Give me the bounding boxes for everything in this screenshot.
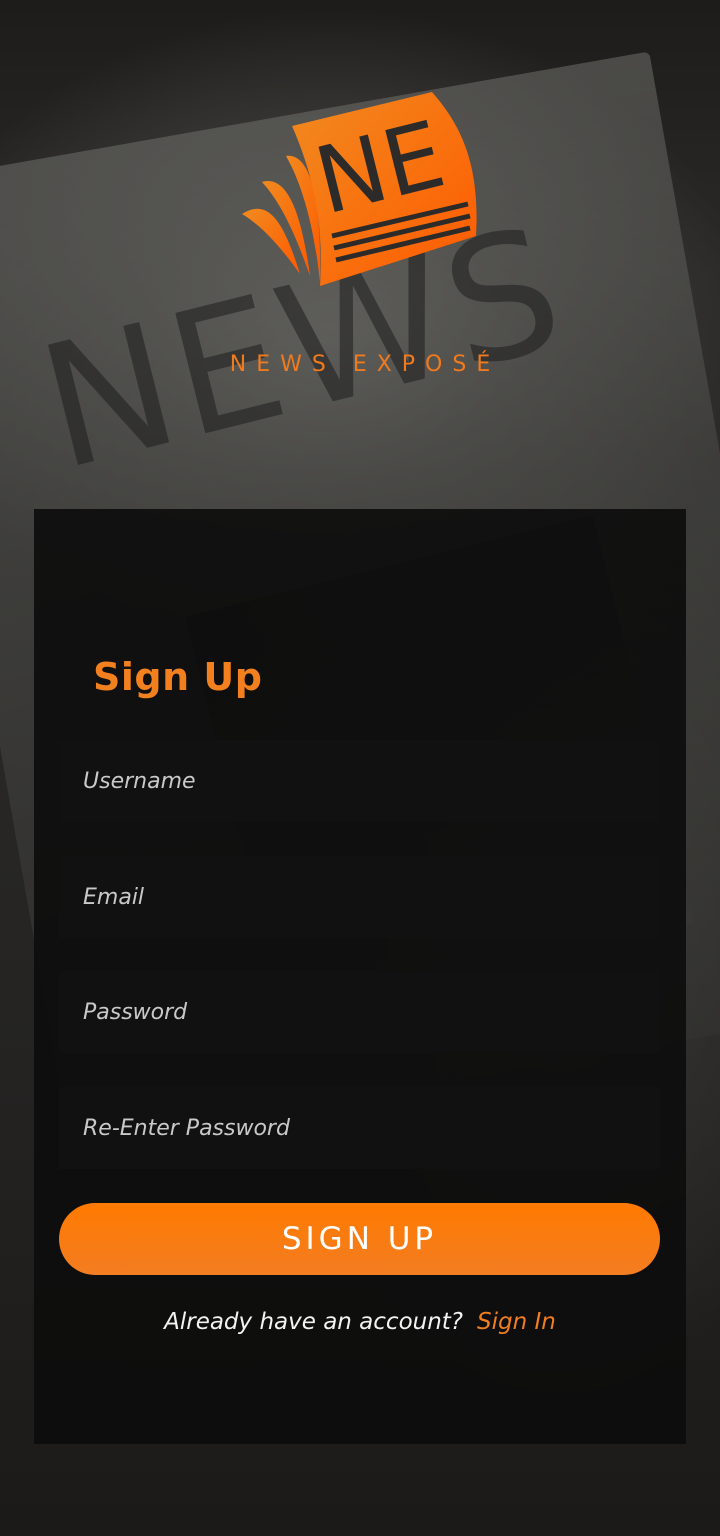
signup-card: Sign Up SIGN UP Already have an account?…	[34, 509, 686, 1444]
signin-prompt-row: Already have an account? Sign In	[34, 1309, 686, 1335]
page-title: Sign Up	[93, 655, 263, 699]
username-field[interactable]	[59, 740, 660, 822]
brand-name: NEWS EXPOSÉ	[229, 352, 501, 377]
signup-button[interactable]: SIGN UP	[59, 1203, 660, 1275]
signin-link[interactable]: Sign In	[477, 1309, 556, 1335]
signin-prompt-text: Already have an account?	[164, 1309, 464, 1335]
news-expose-logo: NE	[242, 92, 477, 286]
email-field[interactable]	[59, 856, 660, 938]
password-field[interactable]	[59, 971, 660, 1053]
confirm-password-field[interactable]	[59, 1087, 660, 1169]
signup-screen: NEWS NE NEWS EXPOSÉ Sign Up SIGN UP	[0, 0, 720, 1536]
